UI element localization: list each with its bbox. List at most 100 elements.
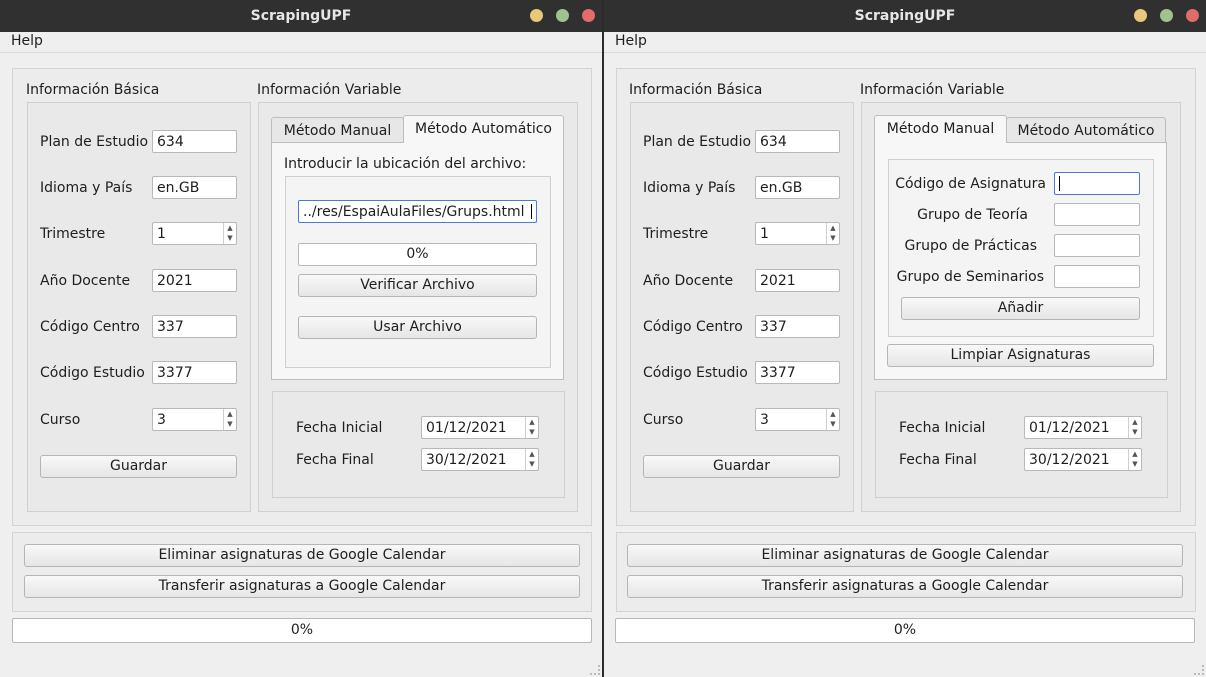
main-progress-bar: 0% <box>12 618 592 643</box>
centro-input[interactable]: 337 <box>755 315 840 338</box>
menu-help[interactable]: Help <box>11 33 43 49</box>
window-automatic: ScrapingUPF Help Información Básica Plan… <box>0 0 602 677</box>
idioma-label: Idioma y País <box>40 180 133 196</box>
curso-label: Curso <box>40 412 81 428</box>
fecha-final-label: Fecha Final <box>899 452 977 468</box>
codigo-label: Código de Asignatura <box>895 176 1046 192</box>
eliminar-calendar-button[interactable]: Eliminar asignaturas de Google Calendar <box>24 544 580 567</box>
maximize-icon[interactable] <box>1160 9 1173 22</box>
resize-grip-icon[interactable] <box>590 665 600 675</box>
anio-input[interactable]: 2021 <box>152 269 237 292</box>
variable-info-title: Información Variable <box>860 82 1005 98</box>
plan-label: Plan de Estudio <box>40 134 149 150</box>
menu-help[interactable]: Help <box>615 33 647 49</box>
fecha-inicial-value: 01/12/2021 <box>426 420 507 436</box>
practicas-label: Grupo de Prácticas <box>904 238 1037 254</box>
resize-grip-icon[interactable] <box>1194 665 1204 675</box>
anadir-button[interactable]: Añadir <box>901 297 1140 320</box>
window-title: ScrapingUPF <box>250 8 352 24</box>
minimize-icon[interactable] <box>530 9 543 22</box>
window-manual: ScrapingUPF Help Información Básica Plan… <box>604 0 1206 677</box>
estudio-label: Código Estudio <box>40 365 145 381</box>
codigo-input[interactable] <box>1054 172 1140 195</box>
estudio-input[interactable]: 3377 <box>152 361 237 384</box>
main-progress-bar: 0% <box>615 618 1195 643</box>
limpiar-asignaturas-button[interactable]: Limpiar Asignaturas <box>887 344 1154 367</box>
fecha-inicial-label: Fecha Inicial <box>296 420 383 436</box>
curso-spinbox[interactable]: 3 ▲ ▼ <box>152 408 237 431</box>
maximize-icon[interactable] <box>556 9 569 22</box>
file-prompt: Introducir la ubicación del archivo: <box>284 156 527 172</box>
guardar-button[interactable]: Guardar <box>40 455 237 478</box>
usar-archivo-button[interactable]: Usar Archivo <box>298 316 537 339</box>
dates-group <box>875 391 1168 498</box>
curso-spinbox[interactable]: 3 ▲ ▼ <box>755 408 840 431</box>
teoria-input[interactable] <box>1054 203 1140 226</box>
curso-value: 3 <box>760 412 769 428</box>
basic-info-group <box>630 102 854 512</box>
spin-arrows-icon[interactable]: ▲ ▼ <box>826 223 839 244</box>
file-path-input[interactable]: ../res/EspaiAulaFiles/Grups.html <box>298 200 537 223</box>
window-title: ScrapingUPF <box>854 8 956 24</box>
transferir-calendar-button[interactable]: Transferir asignaturas a Google Calendar <box>24 575 580 598</box>
tab-metodo-manual[interactable]: Método Manual <box>271 117 404 144</box>
trimestre-spinbox[interactable]: 1 ▲ ▼ <box>755 222 840 245</box>
fecha-final-value: 30/12/2021 <box>1029 452 1110 468</box>
text-caret <box>531 204 532 219</box>
anio-label: Año Docente <box>40 273 131 289</box>
trimestre-spinbox[interactable]: 1 ▲ ▼ <box>152 222 237 245</box>
idioma-label: Idioma y País <box>643 180 736 196</box>
tab-metodo-automatico[interactable]: Método Automático <box>1006 117 1166 144</box>
centro-input[interactable]: 337 <box>152 315 237 338</box>
basic-info-title: Información Básica <box>26 82 160 98</box>
idioma-input[interactable]: en.GB <box>152 176 237 199</box>
verificar-archivo-button[interactable]: Verificar Archivo <box>298 274 537 297</box>
estudio-input[interactable]: 3377 <box>755 361 840 384</box>
spin-arrows-icon[interactable]: ▲ ▼ <box>826 409 839 430</box>
spin-arrows-icon[interactable]: ▲ ▼ <box>525 417 538 438</box>
anio-input[interactable]: 2021 <box>755 269 840 292</box>
transferir-calendar-button[interactable]: Transferir asignaturas a Google Calendar <box>627 575 1183 598</box>
plan-label: Plan de Estudio <box>643 134 752 150</box>
tab-metodo-automatico[interactable]: Método Automático <box>403 115 564 143</box>
file-progress-bar: 0% <box>298 243 537 266</box>
practicas-input[interactable] <box>1054 234 1140 257</box>
fecha-final-dateedit[interactable]: 30/12/2021 ▲ ▼ <box>1024 448 1142 471</box>
basic-info-group <box>27 102 251 512</box>
title-bar: ScrapingUPF <box>604 0 1206 32</box>
teoria-label: Grupo de Teoría <box>917 207 1028 223</box>
plan-input[interactable]: 634 <box>755 130 840 153</box>
fecha-inicial-dateedit[interactable]: 01/12/2021 ▲ ▼ <box>1024 416 1142 439</box>
idioma-input[interactable]: en.GB <box>755 176 840 199</box>
minimize-icon[interactable] <box>1134 9 1147 22</box>
close-icon[interactable] <box>1186 9 1199 22</box>
basic-info-title: Información Básica <box>629 82 763 98</box>
fecha-inicial-value: 01/12/2021 <box>1029 420 1110 436</box>
centro-label: Código Centro <box>643 319 743 335</box>
fecha-inicial-dateedit[interactable]: 01/12/2021 ▲ ▼ <box>421 416 539 439</box>
spin-arrows-icon[interactable]: ▲ ▼ <box>525 449 538 470</box>
title-bar: ScrapingUPF <box>0 0 602 32</box>
curso-value: 3 <box>157 412 166 428</box>
trimestre-label: Trimestre <box>643 226 709 242</box>
spin-arrows-icon[interactable]: ▲ ▼ <box>223 223 236 244</box>
fecha-final-dateedit[interactable]: 30/12/2021 ▲ ▼ <box>421 448 539 471</box>
centro-label: Código Centro <box>40 319 140 335</box>
spin-arrows-icon[interactable]: ▲ ▼ <box>223 409 236 430</box>
estudio-label: Código Estudio <box>643 365 748 381</box>
spin-arrows-icon[interactable]: ▲ ▼ <box>1128 417 1141 438</box>
tab-metodo-manual[interactable]: Método Manual <box>874 115 1007 143</box>
eliminar-calendar-button[interactable]: Eliminar asignaturas de Google Calendar <box>627 544 1183 567</box>
trimestre-value: 1 <box>157 226 166 242</box>
plan-input[interactable]: 634 <box>152 130 237 153</box>
fecha-final-value: 30/12/2021 <box>426 452 507 468</box>
guardar-button[interactable]: Guardar <box>643 455 840 478</box>
fecha-inicial-label: Fecha Inicial <box>899 420 986 436</box>
spin-arrows-icon[interactable]: ▲ ▼ <box>1128 449 1141 470</box>
seminarios-input[interactable] <box>1054 265 1140 288</box>
fecha-final-label: Fecha Final <box>296 452 374 468</box>
seminarios-label: Grupo de Seminarios <box>896 269 1044 285</box>
menu-bar: Help <box>0 32 602 53</box>
trimestre-value: 1 <box>760 226 769 242</box>
close-icon[interactable] <box>582 9 595 22</box>
